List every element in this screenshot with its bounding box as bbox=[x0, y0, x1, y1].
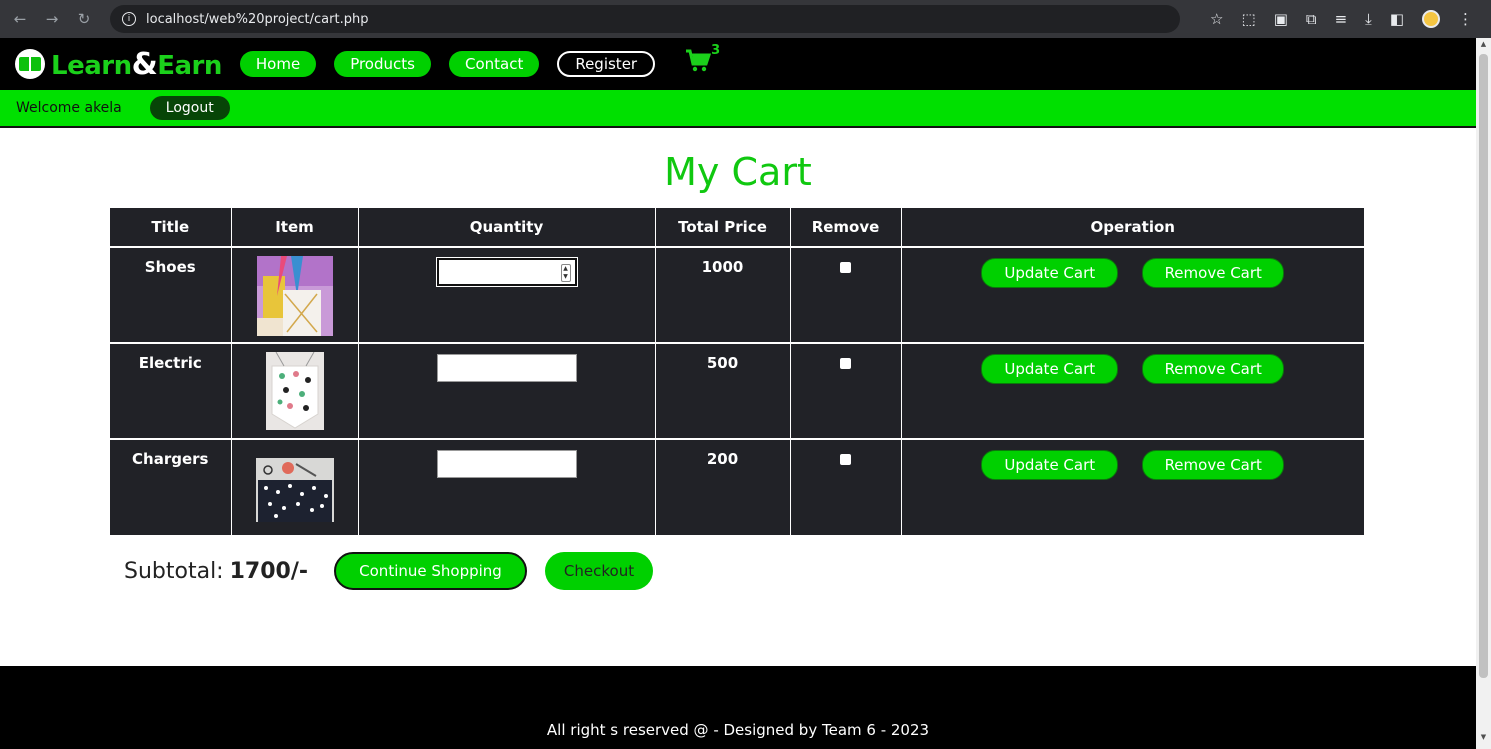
browser-toolbar: ← → ↻ i localhost/web%20project/cart.php… bbox=[0, 0, 1491, 38]
cart-count-badge: 3 bbox=[711, 43, 721, 58]
menu-dots-icon[interactable]: ⋮ bbox=[1458, 10, 1473, 28]
back-icon[interactable]: ← bbox=[8, 10, 32, 28]
remove-checkbox[interactable] bbox=[840, 454, 851, 465]
site-logo[interactable]: Learn&Earn bbox=[15, 47, 222, 82]
header-operation: Operation bbox=[901, 208, 1364, 248]
forward-icon[interactable]: → bbox=[40, 10, 64, 28]
quantity-input[interactable] bbox=[436, 354, 577, 382]
row-quantity: ▲ ▼ bbox=[358, 247, 656, 344]
header-remove: Remove bbox=[790, 208, 902, 248]
update-cart-button[interactable]: Update Cart bbox=[981, 354, 1119, 384]
subtotal-value: 1700/- bbox=[229, 558, 308, 584]
logo-learn: Learn bbox=[51, 50, 132, 81]
row-title: Electric bbox=[110, 343, 232, 440]
row-remove bbox=[790, 439, 902, 535]
header-quantity: Quantity bbox=[358, 208, 656, 248]
nav-products[interactable]: Products bbox=[334, 51, 431, 77]
logo-amp: & bbox=[131, 46, 158, 82]
cart-table: Title Item Quantity Total Price Remove O… bbox=[110, 208, 1364, 535]
address-bar[interactable]: i localhost/web%20project/cart.php bbox=[110, 5, 1180, 33]
welcome-bar: Welcome akela Logout bbox=[0, 90, 1476, 128]
row-item bbox=[231, 439, 359, 535]
row-remove bbox=[790, 247, 902, 344]
url-text: localhost/web%20project/cart.php bbox=[146, 11, 369, 27]
header-item: Item bbox=[231, 208, 359, 248]
table-row: Electric 500 Update Cart Remove Cart bbox=[110, 343, 1364, 440]
reload-icon[interactable]: ↻ bbox=[72, 10, 96, 28]
remove-cart-button[interactable]: Remove Cart bbox=[1142, 258, 1285, 288]
row-price: 200 bbox=[655, 439, 791, 535]
nav-contact[interactable]: Contact bbox=[448, 51, 540, 77]
row-operations: Update Cart Remove Cart bbox=[901, 439, 1364, 535]
table-row: Shoes ▲ ▼ 1000 Update Cart Remove Cart bbox=[110, 247, 1364, 344]
welcome-text: Welcome akela bbox=[16, 100, 122, 116]
table-row: Chargers 200 Update Cart Remove Cart bbox=[110, 439, 1364, 535]
row-title: Shoes bbox=[110, 247, 232, 344]
extension-icon[interactable]: ⬚ bbox=[1242, 10, 1256, 28]
quantity-spinner-icon[interactable]: ▲ ▼ bbox=[560, 264, 571, 282]
row-price: 1000 bbox=[655, 247, 791, 344]
row-item bbox=[231, 343, 359, 440]
info-icon[interactable]: i bbox=[122, 12, 136, 26]
reading-list-icon[interactable]: ≡ bbox=[1335, 10, 1348, 28]
profile-avatar[interactable] bbox=[1422, 10, 1440, 28]
logout-button[interactable]: Logout bbox=[149, 96, 230, 120]
row-operations: Update Cart Remove Cart bbox=[901, 343, 1364, 440]
side-panel-icon[interactable]: ◧ bbox=[1390, 10, 1404, 28]
scroll-down-icon[interactable]: ▼ bbox=[1476, 733, 1491, 747]
nav-register[interactable]: Register bbox=[557, 51, 656, 77]
logo-earn: Earn bbox=[157, 50, 222, 81]
row-price: 500 bbox=[655, 343, 791, 440]
product-image bbox=[256, 256, 333, 336]
update-cart-button[interactable]: Update Cart bbox=[981, 450, 1119, 480]
header-title: Title bbox=[110, 208, 232, 248]
page-scrollbar[interactable]: ▲ ▼ bbox=[1476, 38, 1491, 749]
row-item bbox=[231, 247, 359, 344]
book-logo-icon bbox=[15, 49, 45, 79]
footer: All right s reserved @ - Designed by Tea… bbox=[0, 666, 1476, 749]
browser-actions: ☆ ⬚ ▣ ⧉ ≡ ⤓ ◧ ⋮ bbox=[1210, 10, 1473, 28]
continue-shopping-button[interactable]: Continue Shopping bbox=[334, 552, 527, 590]
remove-cart-button[interactable]: Remove Cart bbox=[1142, 450, 1285, 480]
update-cart-button[interactable]: Update Cart bbox=[981, 258, 1119, 288]
remove-checkbox[interactable] bbox=[840, 358, 851, 369]
quantity-input[interactable]: ▲ ▼ bbox=[435, 257, 578, 287]
remove-checkbox[interactable] bbox=[840, 262, 851, 273]
page-title: My Cart bbox=[664, 150, 812, 194]
subtotal-label: Subtotal: bbox=[124, 558, 224, 584]
quantity-input[interactable] bbox=[436, 450, 577, 478]
translate-icon[interactable]: ▣ bbox=[1274, 10, 1288, 28]
row-quantity bbox=[358, 343, 656, 440]
cart-link[interactable]: 3 bbox=[685, 43, 720, 79]
scroll-up-icon[interactable]: ▲ bbox=[1476, 40, 1491, 54]
row-title: Chargers bbox=[110, 439, 232, 535]
product-image bbox=[265, 352, 324, 430]
row-remove bbox=[790, 343, 902, 440]
download-icon[interactable]: ⤓ bbox=[1365, 10, 1372, 28]
product-image bbox=[255, 458, 334, 522]
scrollbar-thumb[interactable] bbox=[1479, 54, 1488, 678]
site-header: Learn&Earn Home Products Contact Registe… bbox=[0, 38, 1476, 90]
checkout-button[interactable]: Checkout bbox=[545, 552, 653, 590]
nav-home[interactable]: Home bbox=[239, 51, 317, 77]
bookmark-star-icon[interactable]: ☆ bbox=[1210, 10, 1223, 28]
row-operations: Update Cart Remove Cart bbox=[901, 247, 1364, 344]
header-total-price: Total Price bbox=[655, 208, 791, 248]
logo-text: Learn&Earn bbox=[51, 47, 222, 82]
puzzle-icon[interactable]: ⧉ bbox=[1306, 10, 1317, 28]
footer-text: All right s reserved @ - Designed by Tea… bbox=[546, 721, 930, 739]
table-header-row: Title Item Quantity Total Price Remove O… bbox=[110, 208, 1364, 248]
shopping-cart-icon bbox=[686, 49, 712, 72]
row-quantity bbox=[358, 439, 656, 535]
remove-cart-button[interactable]: Remove Cart bbox=[1142, 354, 1285, 384]
subtotal-row: Subtotal: 1700/- Continue Shopping Check… bbox=[124, 552, 653, 590]
